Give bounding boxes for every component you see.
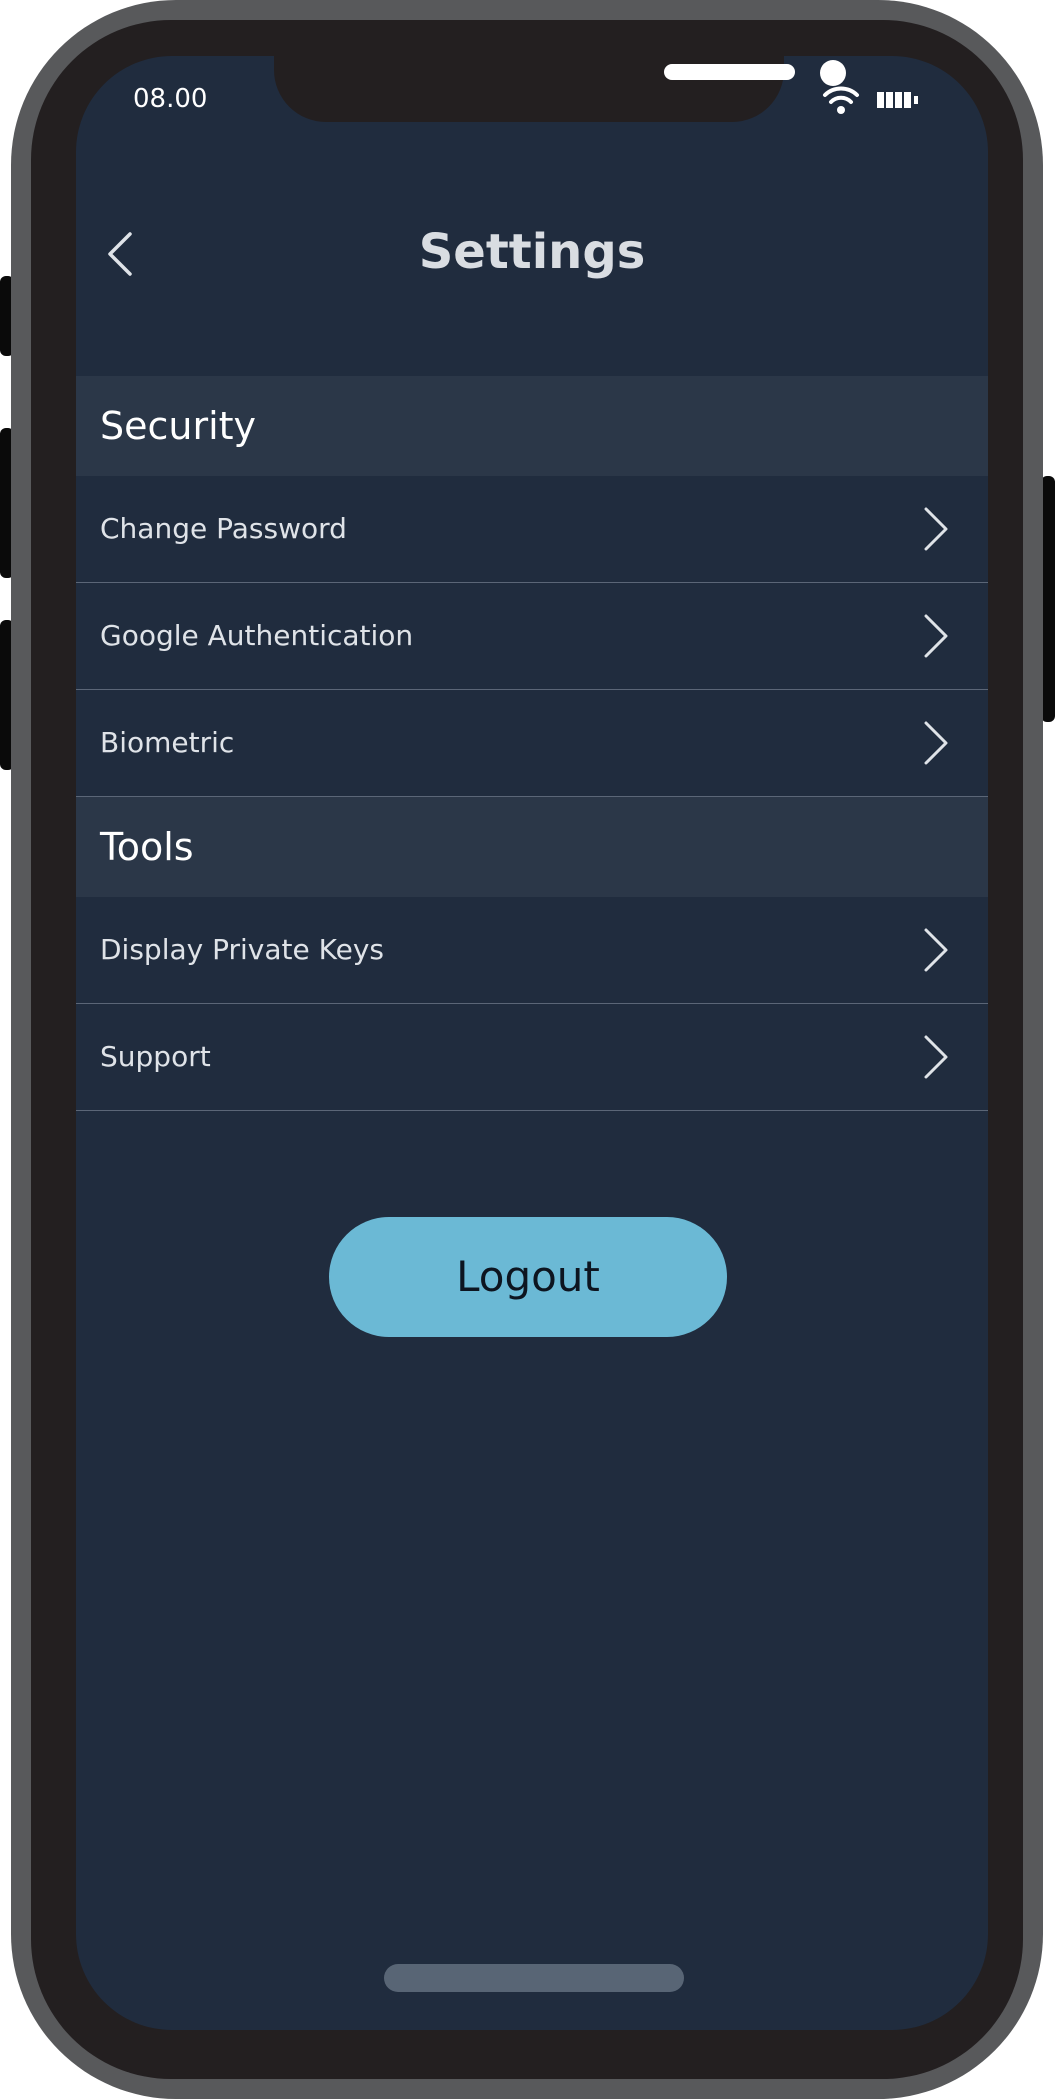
power-button <box>1041 476 1055 722</box>
chevron-right-icon <box>924 721 948 765</box>
wifi-icon <box>823 86 859 114</box>
row-label: Biometric <box>100 726 235 759</box>
row-label: Display Private Keys <box>100 933 384 966</box>
settings-row-display-private-keys[interactable]: Display Private Keys <box>76 897 988 1004</box>
back-button[interactable] <box>90 218 150 290</box>
status-time: 08.00 <box>133 84 208 114</box>
settings-row-support[interactable]: Support <box>76 1004 988 1111</box>
settings-row-change-password[interactable]: Change Password <box>76 476 988 583</box>
logout-button[interactable]: Logout <box>329 1217 727 1337</box>
chevron-right-icon <box>924 1035 948 1079</box>
chevron-right-icon <box>924 928 948 972</box>
front-camera <box>820 60 846 86</box>
section-header-security: Security <box>76 376 988 476</box>
device-mockup: 08.00 Settings Security Change Password … <box>0 0 1055 2099</box>
settings-row-google-authentication[interactable]: Google Authentication <box>76 583 988 690</box>
row-label: Google Authentication <box>100 619 414 652</box>
chevron-left-icon <box>108 232 132 276</box>
battery-icon <box>877 92 918 108</box>
section-header-tools: Tools <box>76 797 988 897</box>
row-label: Support <box>100 1040 211 1073</box>
row-label: Change Password <box>100 512 347 545</box>
page-title: Settings <box>418 224 646 280</box>
app-screen: 08.00 Settings Security Change Password … <box>76 56 988 2030</box>
settings-row-biometric[interactable]: Biometric <box>76 690 988 797</box>
speaker <box>664 64 795 80</box>
home-indicator[interactable] <box>384 1964 684 1992</box>
chevron-right-icon <box>924 507 948 551</box>
chevron-right-icon <box>924 614 948 658</box>
notch <box>274 56 846 122</box>
